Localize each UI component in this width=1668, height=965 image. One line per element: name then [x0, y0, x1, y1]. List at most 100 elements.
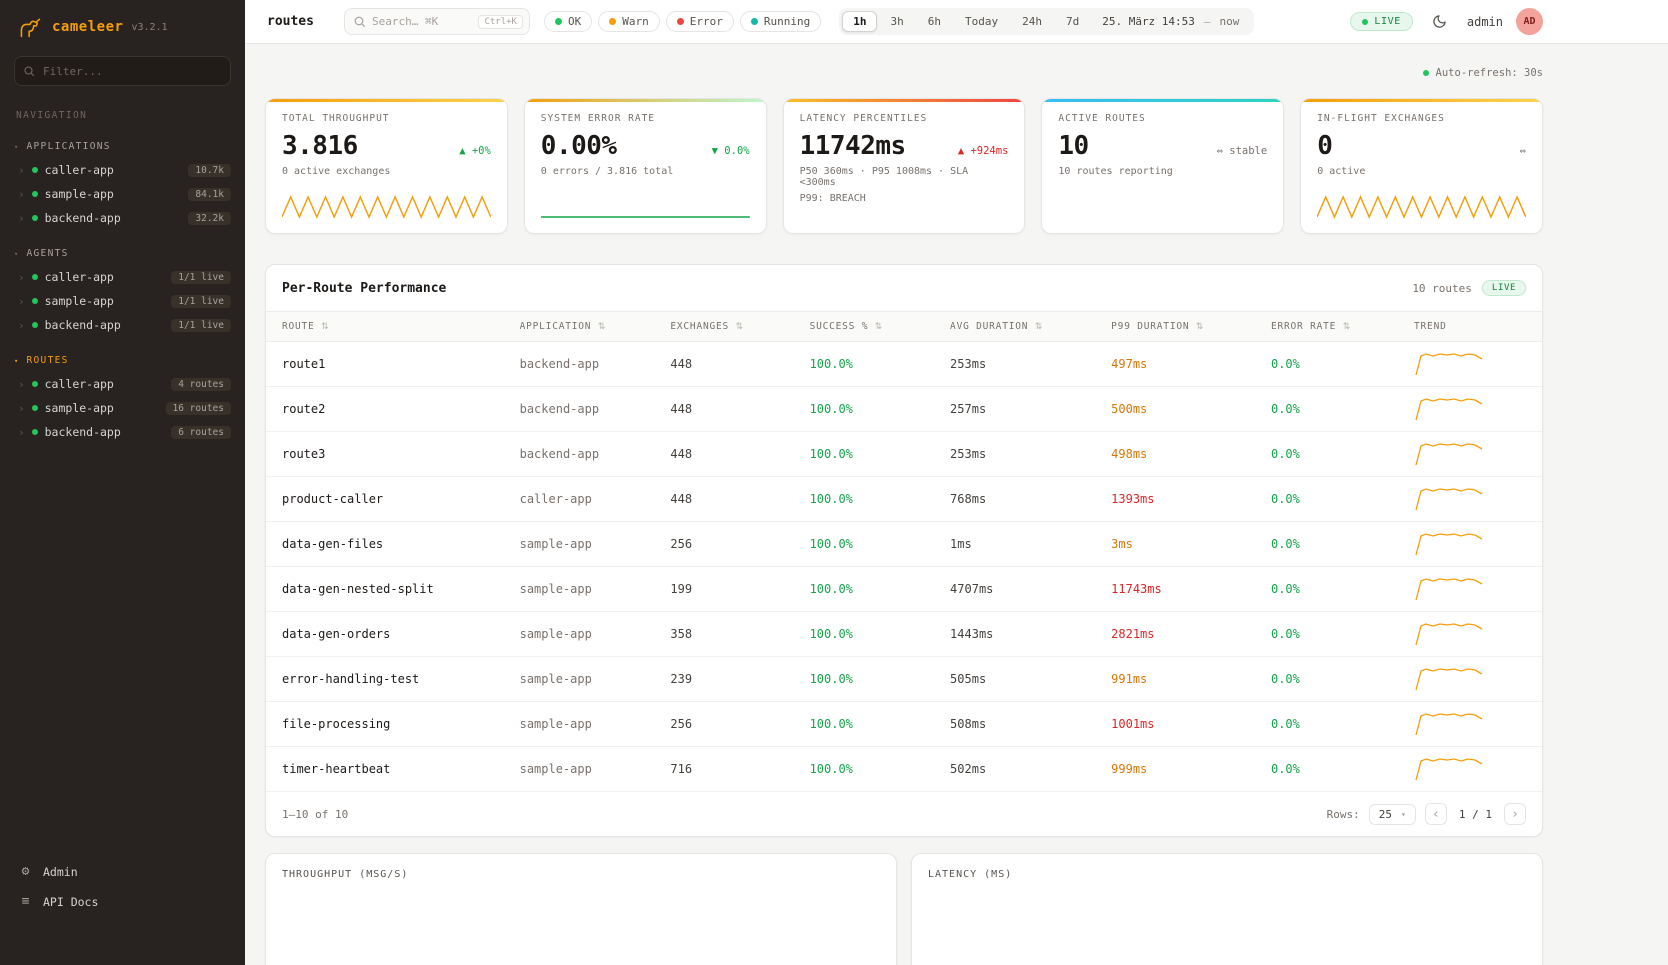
- sidebar-item-label: sample-app: [45, 294, 165, 308]
- kpi-subtitle: 0 active: [1317, 166, 1526, 177]
- date-start: 25. März 14:53: [1102, 15, 1195, 28]
- route-name-cell: route3: [266, 432, 510, 477]
- table-row[interactable]: file-processing sample-app 256 100.0% 50…: [266, 702, 1542, 747]
- p99-duration-cell: 2821ms: [1101, 612, 1261, 657]
- range-button-24h[interactable]: 24h: [1011, 11, 1053, 32]
- sort-icon: ⇅: [1196, 322, 1204, 332]
- kpi-subtitle: 0 active exchanges: [282, 166, 491, 177]
- exchanges-cell: 358: [660, 612, 799, 657]
- prev-page-button[interactable]: ‹: [1425, 803, 1447, 825]
- sidebar-item-admin[interactable]: ⚙ Admin: [18, 864, 227, 879]
- section-header-routes[interactable]: ▾ROUTES: [0, 351, 245, 372]
- search-box[interactable]: Ctrl+K: [344, 8, 530, 35]
- kpi-value: 10: [1058, 131, 1088, 161]
- sidebar-item-label: sample-app: [45, 401, 159, 415]
- table-row[interactable]: product-caller caller-app 448 100.0% 768…: [266, 477, 1542, 522]
- column-header-application[interactable]: APPLICATION ⇅: [510, 312, 661, 342]
- status-dot-icon: [751, 18, 758, 25]
- app-logo[interactable]: cameleer v3.2.1: [0, 0, 245, 48]
- range-button-today[interactable]: Today: [954, 11, 1009, 32]
- exchanges-cell: 256: [660, 702, 799, 747]
- sidebar-item-label: caller-app: [45, 377, 165, 391]
- table-row[interactable]: error-handling-test sample-app 239 100.0…: [266, 657, 1542, 702]
- section-header-agents[interactable]: ▾AGENTS: [0, 244, 245, 265]
- sidebar-item-applications-backend-app[interactable]: ›backend-app32.2k: [0, 206, 245, 230]
- table-row[interactable]: data-gen-nested-split sample-app 199 100…: [266, 567, 1542, 612]
- range-button-1h[interactable]: 1h: [842, 11, 877, 32]
- table-live-badge: LIVE: [1482, 280, 1526, 296]
- kpi-title: IN-FLIGHT EXCHANGES: [1317, 113, 1526, 124]
- filter-pill-warn[interactable]: Warn: [598, 11, 660, 32]
- sidebar-filter-input[interactable]: [14, 56, 231, 86]
- success-cell: 100.0%: [800, 747, 940, 792]
- sidebar-item-api-docs[interactable]: ≡ API Docs: [18, 894, 227, 909]
- table-row[interactable]: route3 backend-app 448 100.0% 253ms 498m…: [266, 432, 1542, 477]
- sidebar-item-routes-sample-app[interactable]: ›sample-app16 routes: [0, 396, 245, 420]
- next-page-button[interactable]: ›: [1504, 803, 1526, 825]
- table-row[interactable]: route2 backend-app 448 100.0% 257ms 500m…: [266, 387, 1542, 432]
- time-range-wrap: 1h3h6hToday24h7d 25. März 14:53 — now: [839, 8, 1254, 35]
- sidebar-item-badge: 32.2k: [188, 212, 231, 225]
- error-rate-cell: 0.0%: [1261, 702, 1404, 747]
- chart-title: LATENCY (MS): [928, 869, 1526, 880]
- table-row[interactable]: route1 backend-app 448 100.0% 253ms 497m…: [266, 342, 1542, 387]
- table-row[interactable]: timer-heartbeat sample-app 716 100.0% 50…: [266, 747, 1542, 792]
- column-header-success[interactable]: SUCCESS % ⇅: [800, 312, 940, 342]
- p99-duration-cell: 500ms: [1101, 387, 1261, 432]
- range-button-7d[interactable]: 7d: [1055, 11, 1090, 32]
- sidebar-item-routes-backend-app[interactable]: ›backend-app6 routes: [0, 420, 245, 444]
- charts-row: THROUGHPUT (MSG/S) LATENCY (MS): [265, 853, 1543, 965]
- column-header-p99-duration[interactable]: P99 DURATION ⇅: [1101, 312, 1261, 342]
- column-header-trend[interactable]: TREND: [1404, 312, 1542, 342]
- filter-pill-label: Error: [690, 15, 723, 28]
- filter-pill-running[interactable]: Running: [740, 11, 821, 32]
- kpi-card-system-error-rate: SYSTEM ERROR RATE 0.00%▼ 0.0% 0 errors /…: [524, 98, 767, 234]
- range-button-3h[interactable]: 3h: [879, 11, 914, 32]
- sidebar-item-agents-caller-app[interactable]: ›caller-app1/1 live: [0, 265, 245, 289]
- trend-sparkline: [1414, 394, 1486, 422]
- section-header-applications[interactable]: ▾APPLICATIONS: [0, 137, 245, 158]
- sort-icon: ⇅: [598, 322, 606, 332]
- kpi-row: TOTAL THROUGHPUT 3.816▲ +0% 0 active exc…: [265, 98, 1543, 234]
- column-header-route[interactable]: ROUTE ⇅: [266, 312, 510, 342]
- route-performance-panel: Per-Route Performance 10 routes LIVE ROU…: [265, 264, 1543, 837]
- kpi-title: ACTIVE ROUTES: [1058, 113, 1267, 124]
- route-name-cell: file-processing: [266, 702, 510, 747]
- avatar[interactable]: AD: [1516, 8, 1543, 35]
- sidebar-item-routes-caller-app[interactable]: ›caller-app4 routes: [0, 372, 245, 396]
- kpi-title: LATENCY PERCENTILES: [800, 113, 1009, 124]
- theme-toggle[interactable]: [1426, 8, 1454, 36]
- sidebar-item-applications-caller-app[interactable]: ›caller-app10.7k: [0, 158, 245, 182]
- live-toggle[interactable]: LIVE: [1350, 12, 1412, 31]
- route-name-cell: data-gen-orders: [266, 612, 510, 657]
- success-cell: 100.0%: [800, 522, 940, 567]
- application-cell: backend-app: [510, 342, 661, 387]
- status-dot-icon: [32, 429, 38, 435]
- filter-pill-ok[interactable]: OK: [544, 11, 592, 32]
- kpi-accent-bar: [784, 99, 1025, 102]
- column-header-error-rate[interactable]: ERROR RATE ⇅: [1261, 312, 1404, 342]
- sidebar-item-badge: 10.7k: [188, 164, 231, 177]
- sidebar-item-badge: 16 routes: [166, 402, 231, 415]
- error-rate-cell: 0.0%: [1261, 612, 1404, 657]
- rows-per-page-select[interactable]: 25 ▾: [1369, 804, 1416, 825]
- kpi-sparkline: [1317, 191, 1526, 223]
- sidebar-item-agents-backend-app[interactable]: ›backend-app1/1 live: [0, 313, 245, 337]
- status-dot-icon: [677, 18, 684, 25]
- filter-pill-error[interactable]: Error: [666, 11, 734, 32]
- sidebar-item-applications-sample-app[interactable]: ›sample-app84.1k: [0, 182, 245, 206]
- search-input[interactable]: [372, 15, 472, 28]
- column-header-exchanges[interactable]: EXCHANGES ⇅: [660, 312, 799, 342]
- table-row[interactable]: data-gen-files sample-app 256 100.0% 1ms…: [266, 522, 1542, 567]
- chevron-right-icon: ›: [18, 189, 25, 200]
- filter-pill-label: OK: [568, 15, 581, 28]
- column-header-avg-duration[interactable]: AVG DURATION ⇅: [940, 312, 1101, 342]
- date-range-display[interactable]: 25. März 14:53 — now: [1090, 15, 1251, 28]
- table-row[interactable]: data-gen-orders sample-app 358 100.0% 14…: [266, 612, 1542, 657]
- cameleer-logo-icon: [16, 15, 44, 39]
- section-label: ROUTES: [27, 355, 69, 366]
- kpi-title: SYSTEM ERROR RATE: [541, 113, 750, 124]
- sidebar-item-agents-sample-app[interactable]: ›sample-app1/1 live: [0, 289, 245, 313]
- sidebar-item-badge: 1/1 live: [171, 319, 231, 332]
- range-button-6h[interactable]: 6h: [917, 11, 952, 32]
